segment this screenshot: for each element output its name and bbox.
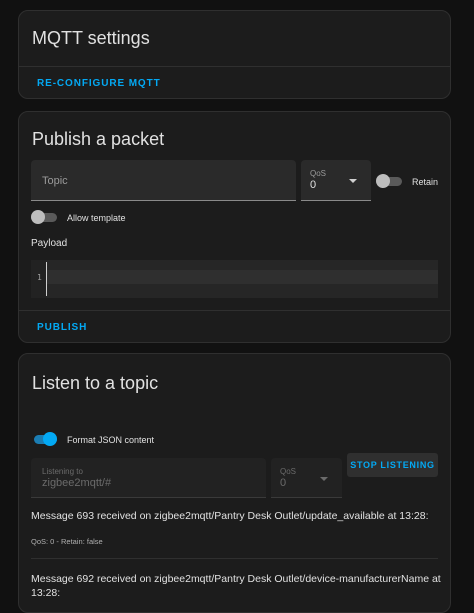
qos-value: 0 xyxy=(310,179,317,191)
qos-value: 0 xyxy=(280,477,287,489)
message-meta: QoS: 0 - Retain: false xyxy=(31,537,103,546)
message-title: Message 692 received on zigbee2mqtt/Pant… xyxy=(31,573,441,599)
card-divider xyxy=(19,66,450,67)
payload-label: Payload xyxy=(31,238,68,249)
listen-title: Listen to a topic xyxy=(32,373,159,393)
publish-title: Publish a packet xyxy=(32,129,165,149)
editor-gutter: 1 xyxy=(31,260,46,298)
message-divider xyxy=(31,558,438,559)
reconfigure-mqtt-button[interactable]: RE-CONFIGURE MQTT xyxy=(37,78,161,89)
topic-placeholder: Topic xyxy=(42,175,68,187)
qos-label: QoS xyxy=(280,467,297,476)
format-json-label: Format JSON content xyxy=(67,435,155,445)
retain-switch[interactable] xyxy=(376,174,402,188)
listen-card: Listen to a topic Format JSON content Li… xyxy=(18,353,451,613)
switch-thumb xyxy=(376,174,390,188)
topic-input[interactable]: Topic xyxy=(31,160,296,201)
chevron-down-icon xyxy=(320,477,328,481)
listening-value: zigbee2mqtt/# xyxy=(42,477,112,489)
line-number: 1 xyxy=(37,273,42,282)
publish-card: Publish a packet Topic QoS 0 Retain Allo… xyxy=(18,111,451,343)
allow-template-label: Allow template xyxy=(67,213,126,223)
mqtt-settings-title: MQTT settings xyxy=(32,28,150,48)
format-json-switch[interactable] xyxy=(31,432,57,446)
chevron-down-icon xyxy=(349,179,357,183)
switch-thumb xyxy=(31,210,45,224)
listen-qos-select[interactable]: QoS 0 xyxy=(271,458,342,498)
mqtt-settings-card: MQTT settings RE-CONFIGURE MQTT xyxy=(18,10,451,99)
payload-editor[interactable]: 1 xyxy=(31,260,438,298)
listening-topic-input[interactable]: Listening to zigbee2mqtt/# xyxy=(31,458,266,498)
editor-cursor xyxy=(46,262,47,296)
editor-active-line xyxy=(46,270,438,284)
allow-template-switch[interactable] xyxy=(31,210,57,224)
qos-label: QoS xyxy=(310,169,327,178)
card-divider xyxy=(19,310,450,311)
publish-qos-select[interactable]: QoS 0 xyxy=(301,160,371,201)
retain-label: Retain xyxy=(412,177,439,187)
message-title: Message 693 received on zigbee2mqtt/Pant… xyxy=(31,510,429,522)
stop-listening-button[interactable]: STOP LISTENING xyxy=(347,453,438,477)
switch-thumb xyxy=(43,432,57,446)
listening-label: Listening to xyxy=(42,467,83,476)
publish-button[interactable]: PUBLISH xyxy=(37,322,87,333)
